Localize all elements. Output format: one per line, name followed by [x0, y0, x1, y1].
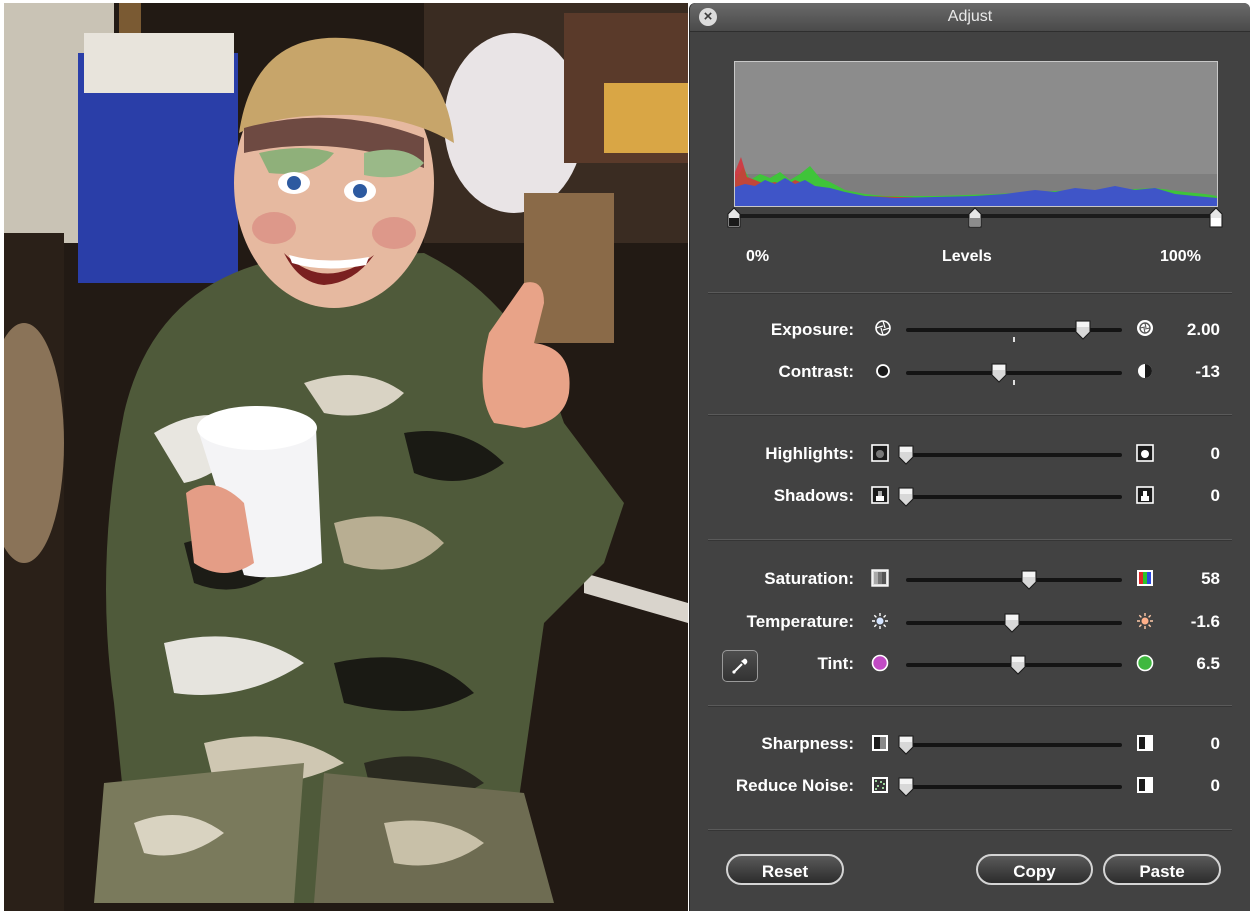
aperture-icon: [874, 319, 892, 337]
reduce-noise-slider-thumb[interactable]: [897, 776, 915, 798]
warm-sun-icon: [1136, 612, 1154, 630]
saturation-slider-thumb[interactable]: [1020, 569, 1038, 591]
highlights-label: Highlights:: [765, 444, 854, 463]
shadows-label: Shadows:: [773, 486, 854, 505]
sharpness-value: 0: [1210, 734, 1220, 753]
highlights-low-icon: [871, 444, 889, 462]
slider-center-tick: [1013, 380, 1015, 385]
exposure-slider[interactable]: [906, 320, 1122, 342]
divider: [708, 539, 1232, 541]
copy-button[interactable]: Copy: [976, 854, 1093, 885]
saturation-label: Saturation:: [764, 569, 854, 588]
magenta-dot-icon: [871, 654, 889, 672]
tint-label: Tint:: [817, 654, 854, 673]
contrast-value: -13: [1195, 362, 1220, 381]
reduce-noise-slider[interactable]: [898, 777, 1122, 797]
photo-image: [4, 3, 688, 911]
shadows-slider[interactable]: [898, 487, 1122, 507]
divider: [708, 705, 1232, 707]
levels-white-point-handle[interactable]: [1207, 207, 1225, 229]
sharpness-low-icon: [871, 734, 889, 752]
reset-button[interactable]: Reset: [726, 854, 844, 885]
saturation-slider[interactable]: [906, 570, 1122, 590]
bright-aperture-icon: [1136, 319, 1154, 337]
highlights-slider-thumb[interactable]: [897, 444, 915, 466]
circle-icon: [874, 362, 892, 380]
highlights-high-icon: [1136, 444, 1154, 462]
exposure-slider-thumb[interactable]: [1074, 319, 1092, 341]
tint-slider-thumb[interactable]: [1009, 654, 1027, 676]
levels-black-point-handle[interactable]: [725, 207, 743, 229]
highlights-value: 0: [1210, 444, 1220, 463]
noise-icon: [871, 776, 889, 794]
temperature-slider[interactable]: [906, 613, 1122, 633]
sharpness-high-icon: [1136, 734, 1154, 752]
window-title: Adjust: [947, 8, 993, 25]
divider: [708, 292, 1232, 294]
exposure-label: Exposure:: [770, 320, 854, 339]
temperature-value: -1.6: [1190, 612, 1220, 631]
photo-canvas[interactable]: [4, 3, 688, 911]
half-circle-icon: [1136, 362, 1154, 380]
reduce-noise-value: 0: [1210, 776, 1220, 795]
levels-min-label: 0%: [746, 248, 770, 265]
temperature-slider-thumb[interactable]: [1003, 612, 1021, 634]
divider: [708, 829, 1232, 831]
saturation-value: 58: [1201, 569, 1220, 588]
exposure-value: 2.00: [1186, 320, 1220, 339]
contrast-slider-thumb[interactable]: [990, 362, 1008, 384]
sharpness-slider[interactable]: [898, 735, 1122, 755]
eyedropper-icon: [731, 657, 749, 675]
green-dot-icon: [1136, 654, 1154, 672]
levels-title: Levels: [942, 248, 992, 265]
shadows-slider-thumb[interactable]: [897, 486, 915, 508]
paste-button[interactable]: Paste: [1103, 854, 1221, 885]
levels-max-label: 100%: [1160, 248, 1201, 265]
divider: [708, 414, 1232, 416]
color-bars-icon: [1136, 569, 1154, 587]
adjust-panel: × Adjust 0% Levels 100% Exposure: 2.00 C…: [690, 3, 1250, 911]
grayscale-icon: [871, 569, 889, 587]
cool-sun-icon: [871, 612, 889, 630]
sharpness-slider-thumb[interactable]: [897, 734, 915, 756]
levels-gray-point-handle[interactable]: [966, 207, 984, 229]
title-bar[interactable]: × Adjust: [690, 3, 1250, 32]
shadows-high-icon: [1136, 486, 1154, 504]
eyedropper-button[interactable]: [722, 650, 758, 682]
slider-center-tick: [1013, 337, 1015, 342]
contrast-slider[interactable]: [906, 363, 1122, 385]
contrast-label: Contrast:: [778, 362, 854, 381]
noise-reduced-icon: [1136, 776, 1154, 794]
shadows-low-icon: [871, 486, 889, 504]
tint-slider[interactable]: [906, 655, 1122, 675]
reduce-noise-label: Reduce Noise:: [735, 776, 854, 795]
histogram: [734, 61, 1218, 207]
tint-value: 6.5: [1196, 654, 1220, 673]
highlights-slider[interactable]: [898, 445, 1122, 465]
sharpness-label: Sharpness:: [761, 734, 854, 753]
shadows-value: 0: [1210, 486, 1220, 505]
temperature-label: Temperature:: [746, 612, 854, 631]
